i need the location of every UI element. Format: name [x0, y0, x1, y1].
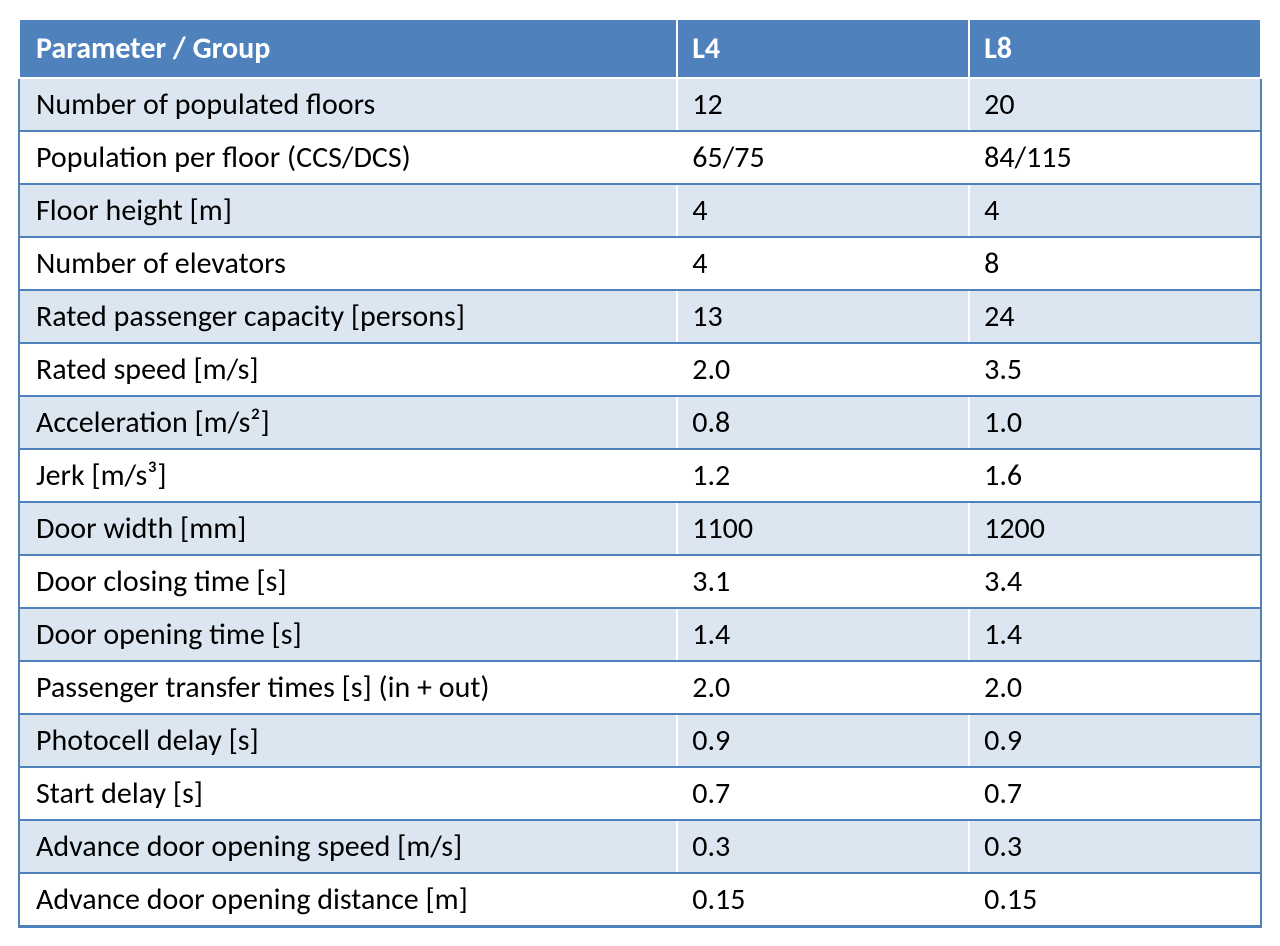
l8-cell: 1200	[969, 502, 1261, 555]
l4-cell: 4	[677, 237, 969, 290]
table-row: Door closing time [s]3.13.4	[19, 555, 1261, 608]
l4-cell: 12	[677, 78, 969, 131]
l8-cell: 24	[969, 290, 1261, 343]
l4-cell: 13	[677, 290, 969, 343]
param-cell: Door width [mm]	[19, 502, 677, 555]
table-row: Number of elevators48	[19, 237, 1261, 290]
param-cell: Passenger transfer times [s] (in + out)	[19, 661, 677, 714]
l4-cell: 3.1	[677, 555, 969, 608]
l4-cell: 0.8	[677, 396, 969, 449]
parameters-table: Parameter / Group L4 L8 Number of popula…	[18, 18, 1262, 928]
table-row: Acceleration [m/s²]0.81.0	[19, 396, 1261, 449]
table-row: Advance door opening speed [m/s]0.30.3	[19, 820, 1261, 873]
table-row: Passenger transfer times [s] (in + out)2…	[19, 661, 1261, 714]
l4-cell: 2.0	[677, 343, 969, 396]
l4-cell: 0.7	[677, 767, 969, 820]
table-row: Number of populated floors1220	[19, 78, 1261, 131]
param-cell: Population per floor (CCS/DCS)	[19, 131, 677, 184]
param-cell: Rated speed [m/s]	[19, 343, 677, 396]
l8-cell: 4	[969, 184, 1261, 237]
table-row: Rated speed [m/s]2.03.5	[19, 343, 1261, 396]
table-row: Start delay [s]0.70.7	[19, 767, 1261, 820]
table-row: Door opening time [s]1.41.4	[19, 608, 1261, 661]
l4-cell: 0.15	[677, 873, 969, 927]
l4-cell: 1100	[677, 502, 969, 555]
l8-cell: 0.7	[969, 767, 1261, 820]
l8-cell: 1.0	[969, 396, 1261, 449]
table-row: Jerk [m/s³]1.21.6	[19, 449, 1261, 502]
l8-cell: 3.5	[969, 343, 1261, 396]
param-cell: Start delay [s]	[19, 767, 677, 820]
param-cell: Number of elevators	[19, 237, 677, 290]
l8-cell: 8	[969, 237, 1261, 290]
l8-cell: 1.4	[969, 608, 1261, 661]
l8-cell: 0.3	[969, 820, 1261, 873]
param-cell: Advance door opening distance [m]	[19, 873, 677, 927]
table-header-row: Parameter / Group L4 L8	[19, 19, 1261, 78]
l4-cell: 4	[677, 184, 969, 237]
table-row: Rated passenger capacity [persons]1324	[19, 290, 1261, 343]
table-row: Floor height [m]44	[19, 184, 1261, 237]
param-cell: Number of populated floors	[19, 78, 677, 131]
l4-cell: 0.9	[677, 714, 969, 767]
param-cell: Rated passenger capacity [persons]	[19, 290, 677, 343]
param-cell: Acceleration [m/s²]	[19, 396, 677, 449]
param-cell: Door closing time [s]	[19, 555, 677, 608]
param-cell: Advance door opening speed [m/s]	[19, 820, 677, 873]
l4-cell: 0.3	[677, 820, 969, 873]
l4-cell: 65/75	[677, 131, 969, 184]
l8-cell: 2.0	[969, 661, 1261, 714]
l8-cell: 0.9	[969, 714, 1261, 767]
l8-cell: 20	[969, 78, 1261, 131]
param-cell: Floor height [m]	[19, 184, 677, 237]
l4-cell: 1.4	[677, 608, 969, 661]
l4-cell: 1.2	[677, 449, 969, 502]
l4-cell: 2.0	[677, 661, 969, 714]
col-header-l8: L8	[969, 19, 1261, 78]
table-row: Advance door opening distance [m]0.150.1…	[19, 873, 1261, 927]
param-cell: Photocell delay [s]	[19, 714, 677, 767]
l8-cell: 3.4	[969, 555, 1261, 608]
table-row: Population per floor (CCS/DCS)65/7584/11…	[19, 131, 1261, 184]
table-row: Door width [mm]11001200	[19, 502, 1261, 555]
param-cell: Door opening time [s]	[19, 608, 677, 661]
l8-cell: 1.6	[969, 449, 1261, 502]
l8-cell: 84/115	[969, 131, 1261, 184]
l8-cell: 0.15	[969, 873, 1261, 927]
table-row: Photocell delay [s]0.90.9	[19, 714, 1261, 767]
param-cell: Jerk [m/s³]	[19, 449, 677, 502]
col-header-l4: L4	[677, 19, 969, 78]
col-header-parameter: Parameter / Group	[19, 19, 677, 78]
